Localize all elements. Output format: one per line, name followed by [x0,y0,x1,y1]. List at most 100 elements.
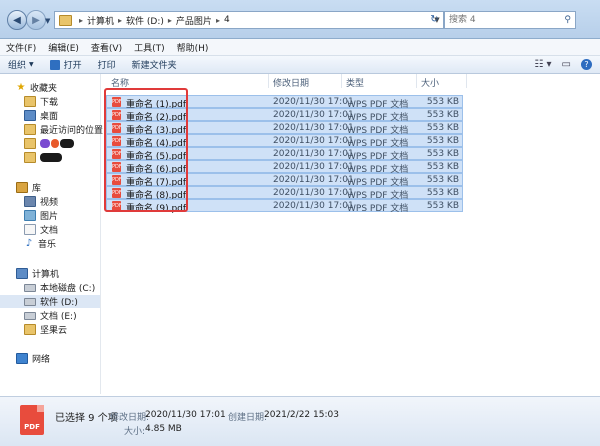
breadcrumb-computer[interactable]: 计算机 [87,14,114,27]
file-size: 553 KB [426,149,459,159]
new-folder-button[interactable]: 新建文件夹 [124,58,185,71]
sidebar-item-music[interactable]: ♪ 音乐 [24,237,124,250]
sidebar-item-label: 下载 [40,98,59,108]
computer-icon [16,268,28,279]
sidebar-item-label: 库 [32,184,42,194]
command-toolbar: 组织 ▼ 打开 打印 新建文件夹 ☷ ▾ ▭ ? [0,56,600,74]
sidebar-item-label: 收藏夹 [30,84,58,94]
file-date: 2020/11/30 17:01 [273,123,354,133]
recent-pages-dropdown[interactable]: ▼ [45,17,50,25]
title-bar: ◀ ▶ ▼ ▸ 计算机 ▸ 软件 (D:) ▸ 产品图片 ▸ 4 ▼ ↻ ⚲ [0,0,600,39]
search-box[interactable]: ⚲ [444,11,576,29]
menu-view[interactable]: 查看(V) [85,41,128,54]
file-size: 553 KB [426,136,459,146]
file-size: 553 KB [426,97,459,107]
file-date: 2020/11/30 17:01 [273,149,354,159]
address-bar[interactable]: ▸ 计算机 ▸ 软件 (D:) ▸ 产品图片 ▸ 4 ▼ [54,11,444,29]
sidebar-item-network[interactable]: 网络 [16,352,116,365]
desktop-icon [24,110,36,121]
breadcrumb-drive-d[interactable]: 软件 (D:) [126,14,164,27]
search-icon[interactable]: ⚲ [564,15,571,25]
sidebar-item-label: 音乐 [38,240,57,250]
sidebar-item-label: 文档 [40,226,59,236]
open-button[interactable]: 打开 [42,58,90,71]
preview-pane-icon[interactable]: ▭ [562,59,571,70]
help-icon[interactable]: ? [581,59,592,70]
refresh-icon[interactable]: ↻ [427,11,442,27]
back-arrow-icon: ◀ [13,14,21,26]
organize-button[interactable]: 组织 ▼ [0,58,42,71]
sidebar-item-drive-d[interactable]: 软件 (D:) [0,295,100,308]
search-input[interactable] [445,14,559,26]
hard-drive-icon [24,283,36,292]
document-icon [24,224,36,235]
breadcrumb-separator-icon[interactable]: ▸ [118,16,122,25]
breadcrumb-separator-icon[interactable]: ▸ [168,16,172,25]
folder-icon [24,152,36,163]
file-date: 2020/11/30 17:01 [273,110,354,120]
video-icon [24,196,36,207]
sidebar-item-label: 网络 [32,355,51,365]
redacted-blob [40,153,62,162]
back-button[interactable]: ◀ [7,10,27,30]
column-divider[interactable] [341,74,342,88]
chevron-down-icon: ▼ [29,61,34,68]
details-pane: PDF 已选择 9 个项 修改日期: 2020/11/30 17:01 创建日期… [0,396,600,446]
sidebar-item-drive-c[interactable]: 本地磁盘 (C:) [24,281,124,294]
folder-icon [24,138,36,149]
sidebar-item-drive-e[interactable]: 文档 (E:) [24,309,124,322]
organize-label: 组织 [8,61,27,71]
file-date: 2020/11/30 17:01 [273,188,354,198]
created-value: 2021/2/22 15:03 [264,410,339,420]
created-label: 创建日期: [228,413,268,423]
hard-drive-icon [24,311,36,320]
breadcrumb-separator-icon[interactable]: ▸ [216,16,220,25]
redacted-blob [60,139,74,148]
breadcrumb-folder-4[interactable]: 4 [224,15,230,25]
sidebar-item-label: 图片 [40,212,59,222]
menu-file[interactable]: 文件(F) [0,41,42,54]
cloud-folder-icon [24,324,36,335]
column-type[interactable]: 类型 [346,76,364,89]
column-divider[interactable] [466,74,467,88]
sidebar-item-label: 本地磁盘 (C:) [40,284,96,294]
column-header-row: 名称 修改日期 类型 大小 [101,74,600,89]
menu-edit[interactable]: 编辑(E) [42,41,85,54]
sidebar-item-computer[interactable]: 计算机 [16,267,116,280]
sidebar-item-label: 软件 (D:) [40,298,78,308]
file-size: 553 KB [426,188,459,198]
sidebar-item-label: 视频 [40,198,59,208]
forward-button[interactable]: ▶ [26,10,46,30]
sidebar-item-libraries[interactable]: 库 [16,181,116,194]
file-type: WPS PDF 文档 [347,204,409,214]
pdf-large-icon: PDF [20,405,44,435]
new-folder-label: 新建文件夹 [131,61,177,71]
modified-value: 2020/11/30 17:01 [145,410,226,420]
open-with-icon [49,59,60,70]
open-label: 打开 [63,61,82,71]
hard-drive-icon [24,297,36,306]
file-date: 2020/11/30 17:01 [273,201,354,211]
column-divider[interactable] [268,74,269,88]
menu-help[interactable]: 帮助(H) [171,41,215,54]
pdf-icon-label: PDF [24,423,40,431]
file-size: 553 KB [426,175,459,185]
menu-tools[interactable]: 工具(T) [128,41,171,54]
library-icon [16,182,28,193]
print-label: 打印 [97,61,116,71]
sidebar-item-documents[interactable]: 文档 [24,223,124,236]
size-value: 4.85 MB [145,424,182,434]
print-button[interactable]: 打印 [90,58,124,71]
sidebar-item-jianguoyun[interactable]: 坚果云 [24,323,124,336]
view-options-icon[interactable]: ☷ ▾ [534,59,551,70]
network-icon [16,353,28,364]
column-date[interactable]: 修改日期 [273,76,309,89]
file-size: 553 KB [426,201,459,211]
file-size: 553 KB [426,162,459,172]
file-date: 2020/11/30 17:01 [273,162,354,172]
column-size[interactable]: 大小 [421,76,439,89]
file-date: 2020/11/30 17:01 [273,175,354,185]
breadcrumb-product-images[interactable]: 产品图片 [176,14,212,27]
selection-count: 已选择 9 个项 [55,413,118,424]
column-divider[interactable] [416,74,417,88]
